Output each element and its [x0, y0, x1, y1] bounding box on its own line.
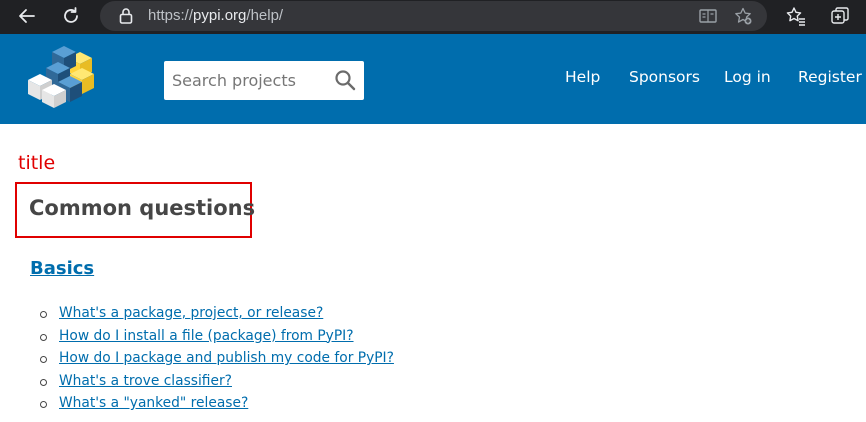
annotation-label: title [18, 152, 56, 174]
collections-icon[interactable] [829, 5, 851, 27]
list-item: What's a package, project, or release? [40, 305, 394, 328]
back-arrow-icon [19, 9, 35, 23]
question-link[interactable]: What's a trove classifier? [59, 373, 232, 389]
nav-login-link[interactable]: Log in [724, 68, 771, 86]
reload-button[interactable] [57, 2, 85, 30]
nav-register-link[interactable]: Register [798, 68, 862, 86]
reload-icon [64, 7, 78, 23]
favorites-icon[interactable] [785, 5, 807, 27]
list-item: How do I package and publish my code for… [40, 350, 394, 373]
bullet-icon [40, 401, 47, 408]
search-input[interactable] [164, 61, 324, 100]
list-item: What's a "yanked" release? [40, 395, 394, 418]
page-title: Common questions [29, 196, 256, 220]
search-box[interactable] [164, 61, 364, 100]
question-link[interactable]: How do I install a file (package) from P… [59, 328, 354, 344]
bullet-icon [40, 378, 47, 386]
site-header: Help Sponsors Log in Register [0, 34, 866, 124]
section-basics-link[interactable]: Basics [30, 258, 94, 279]
bullet-icon [40, 356, 47, 363]
nav-sponsors-link[interactable]: Sponsors [629, 68, 700, 86]
lock-icon[interactable] [118, 7, 134, 25]
question-link[interactable]: What's a "yanked" release? [59, 395, 248, 411]
browser-toolbar: https://pypi.org/help/ [0, 0, 866, 34]
url-text[interactable]: https://pypi.org/help/ [148, 7, 283, 24]
search-icon[interactable] [334, 69, 356, 91]
back-button[interactable] [13, 2, 41, 30]
nav-help-link[interactable]: Help [565, 68, 600, 86]
address-bar[interactable]: https://pypi.org/help/ [100, 1, 767, 31]
reader-view-icon[interactable] [698, 6, 718, 26]
list-item: What's a trove classifier? [40, 373, 394, 396]
pypi-logo[interactable] [24, 44, 98, 110]
bullet-icon [40, 333, 47, 341]
question-link[interactable]: How do I package and publish my code for… [59, 350, 394, 366]
question-link[interactable]: What's a package, project, or release? [59, 305, 323, 321]
bullet-icon [40, 311, 47, 318]
list-item: How do I install a file (package) from P… [40, 328, 394, 351]
questions-list: What's a package, project, or release? H… [40, 305, 394, 418]
add-favorite-icon[interactable] [733, 6, 753, 26]
